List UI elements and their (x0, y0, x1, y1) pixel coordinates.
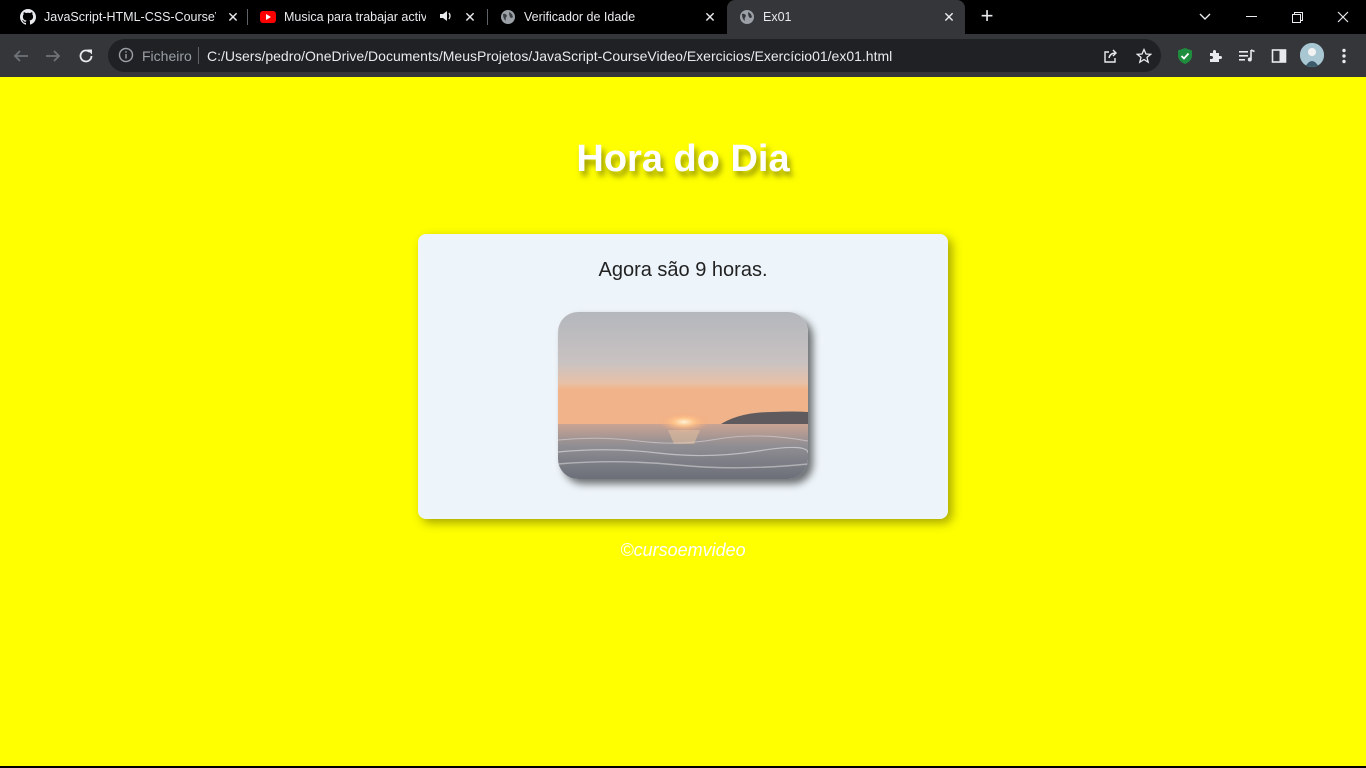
media-control-icon[interactable] (1236, 45, 1258, 67)
tab-strip: JavaScript-HTML-CSS-CourseVid ✕ Musica p… (0, 0, 1366, 34)
tab-youtube[interactable]: Musica para trabajar activo y ✕ (248, 0, 486, 34)
tab-search-button[interactable] (1182, 0, 1228, 34)
forward-button[interactable] (41, 44, 65, 68)
profile-avatar[interactable] (1300, 43, 1324, 67)
share-icon[interactable] (1101, 46, 1121, 66)
close-icon[interactable]: ✕ (940, 8, 958, 26)
tab-title: Verificador de Idade (524, 10, 636, 24)
shield-extension-icon[interactable] (1174, 45, 1196, 67)
close-icon[interactable]: ✕ (461, 8, 479, 26)
page-title: Hora do Dia (576, 138, 790, 180)
footer-credit: ©cursoemvideo (620, 540, 746, 560)
new-tab-button[interactable]: + (975, 5, 999, 28)
close-icon[interactable]: ✕ (224, 8, 242, 26)
reload-button[interactable] (74, 44, 98, 68)
tab-title: JavaScript-HTML-CSS-CourseVid (44, 10, 216, 24)
tab-title: Musica para trabajar activo y (284, 10, 426, 24)
address-bar[interactable]: Ficheiro C:/Users/pedro/OneDrive/Documen… (108, 39, 1161, 72)
youtube-icon (260, 9, 276, 25)
menu-kebab-icon[interactable] (1333, 45, 1355, 67)
side-panel-icon[interactable] (1268, 45, 1290, 67)
close-window-button[interactable] (1320, 0, 1366, 34)
scheme-label: Ficheiro (142, 48, 192, 64)
globe-icon (739, 9, 755, 25)
tab-ex01[interactable]: Ex01 ✕ (727, 0, 965, 34)
tab-title: Ex01 (763, 10, 792, 24)
back-button[interactable] (9, 44, 33, 68)
minimize-button[interactable] (1228, 0, 1274, 34)
close-icon[interactable]: ✕ (701, 8, 719, 26)
sunrise-image (558, 312, 808, 479)
url-text[interactable]: C:/Users/pedro/OneDrive/Documents/MeusPr… (207, 48, 892, 64)
divider (198, 47, 199, 64)
tab-github[interactable]: JavaScript-HTML-CSS-CourseVid ✕ (8, 0, 246, 34)
page-viewport: Hora do Dia Agora são 9 horas. ©cursoemv… (0, 77, 1366, 766)
bookmark-star-icon[interactable] (1134, 46, 1154, 66)
restore-button[interactable] (1274, 0, 1320, 34)
extensions-puzzle-icon[interactable] (1205, 45, 1227, 67)
globe-icon (500, 9, 516, 25)
speaker-icon[interactable] (439, 9, 453, 26)
info-icon[interactable] (118, 47, 134, 63)
tab-verificador[interactable]: Verificador de Idade ✕ (488, 0, 726, 34)
browser-toolbar: Ficheiro C:/Users/pedro/OneDrive/Documen… (0, 34, 1366, 77)
github-icon (20, 9, 36, 25)
time-message: Agora são 9 horas. (598, 259, 768, 281)
content-card: Agora são 9 horas. (418, 234, 948, 519)
